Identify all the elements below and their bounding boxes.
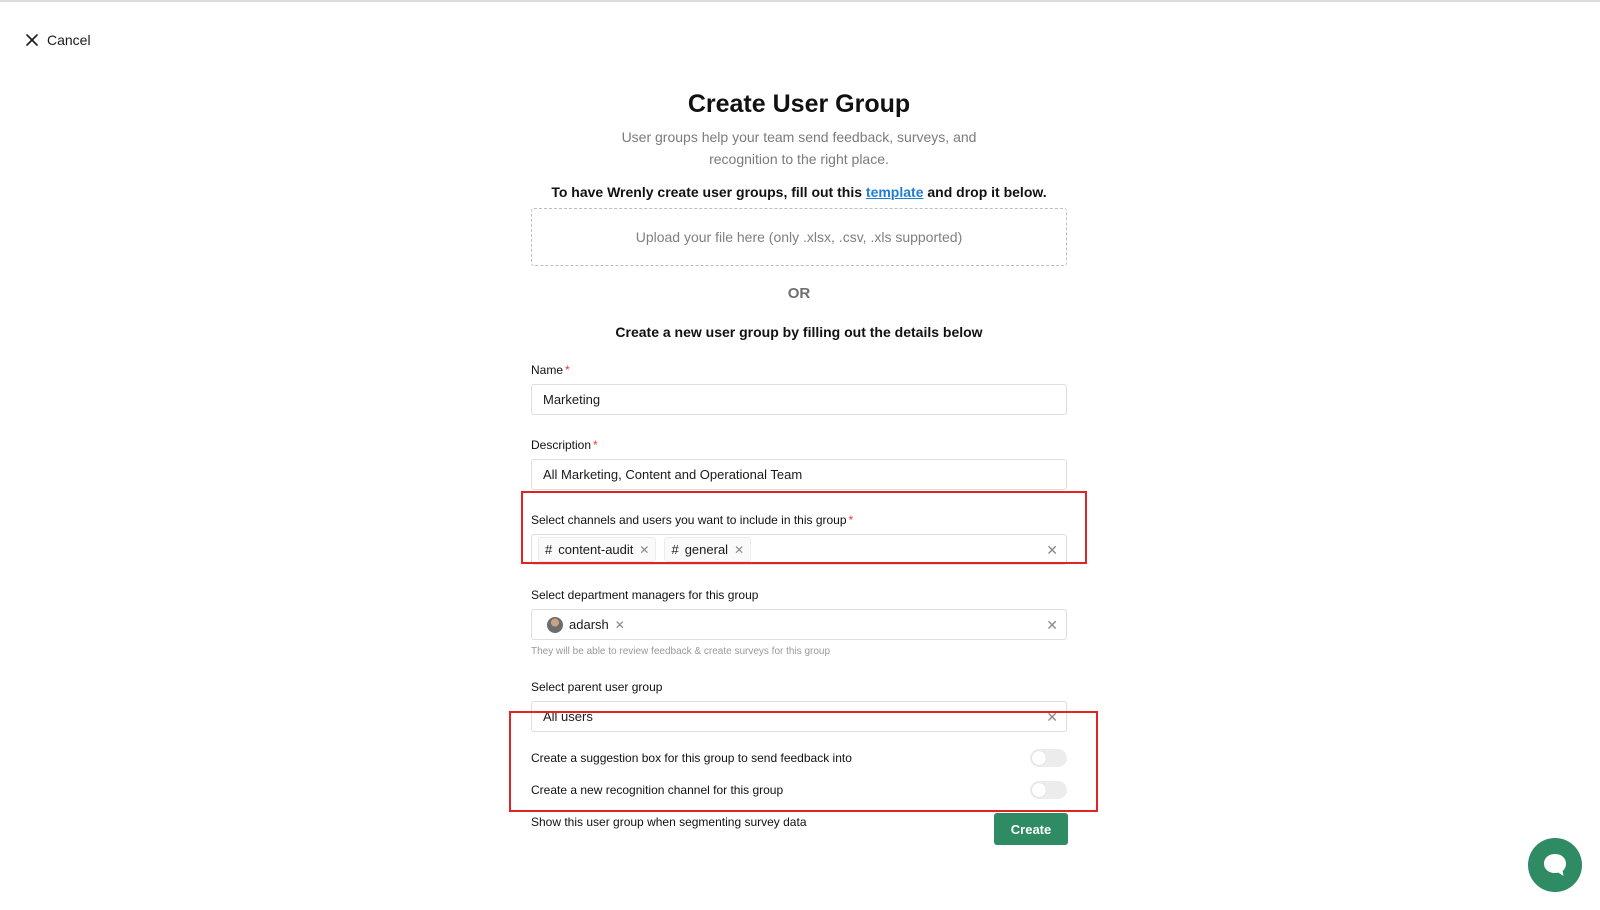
template-prefix: To have Wrenly create user groups, fill … — [551, 184, 866, 200]
top-divider — [0, 0, 1600, 2]
chat-bubble-icon — [1544, 854, 1566, 876]
description-value: All Marketing, Content and Operational T… — [543, 467, 803, 482]
toggle-label: Create a new recognition channel for thi… — [531, 783, 784, 797]
name-input[interactable]: Marketing — [531, 384, 1067, 415]
toggle-options: Create a suggestion box for this group t… — [531, 748, 1067, 832]
hash-icon: # — [545, 542, 553, 557]
managers-tags: adarsh ✕ — [538, 612, 632, 637]
parent-value: All users — [543, 709, 593, 724]
parent-field-group: Select parent user group All users ✕ — [531, 679, 1067, 732]
toggle-knob — [1032, 751, 1046, 765]
suggestion-box-toggle[interactable] — [1030, 749, 1067, 767]
manager-tag-label: adarsh — [569, 617, 609, 632]
toggle-knob — [1032, 783, 1046, 797]
description-input[interactable]: All Marketing, Content and Operational T… — [531, 459, 1067, 490]
cancel-label: Cancel — [47, 32, 91, 48]
manager-tag: adarsh ✕ — [538, 612, 632, 637]
recognition-channel-toggle[interactable] — [1030, 781, 1067, 799]
channel-tag: # content-audit ✕ — [538, 537, 657, 562]
close-icon[interactable]: ✕ — [639, 544, 649, 556]
close-icon[interactable]: ✕ — [734, 544, 744, 556]
template-instructions: To have Wrenly create user groups, fill … — [531, 182, 1067, 202]
chat-launcher-button[interactable] — [1528, 838, 1582, 892]
toggle-row-suggestion-box: Create a suggestion box for this group t… — [531, 748, 1067, 768]
managers-select[interactable]: adarsh ✕ ✕ — [531, 609, 1067, 640]
close-icon[interactable]: ✕ — [615, 619, 625, 631]
template-suffix: and drop it below. — [923, 184, 1047, 200]
required-mark: * — [848, 513, 854, 527]
name-field-group: Name * Marketing — [531, 362, 1067, 415]
or-divider-label: OR — [787, 285, 811, 302]
name-value: Marketing — [543, 392, 601, 407]
channels-select[interactable]: # content-audit ✕ # general ✕ ✕ — [531, 534, 1067, 565]
clear-icon[interactable]: ✕ — [1046, 543, 1058, 557]
clear-icon[interactable]: ✕ — [1046, 710, 1058, 724]
required-mark: * — [593, 438, 598, 452]
channels-label: Select channels and users you want to in… — [531, 513, 854, 527]
toggle-row-survey-segmenting: Show this user group when segmenting sur… — [531, 812, 1067, 832]
channel-tag-label: content-audit — [558, 542, 634, 557]
description-field-group: Description * All Marketing, Content and … — [531, 437, 1067, 490]
create-user-group-form: Create User Group User groups help your … — [531, 86, 1067, 832]
clear-icon[interactable]: ✕ — [1046, 618, 1058, 632]
toggle-row-recognition-channel: Create a new recognition channel for thi… — [531, 780, 1067, 800]
channel-tag-label: general — [684, 542, 729, 557]
name-label: Name * — [531, 363, 570, 377]
managers-field-group: Select department managers for this grou… — [531, 587, 1067, 659]
avatar — [547, 616, 563, 633]
create-button[interactable]: Create — [994, 813, 1068, 845]
managers-label: Select department managers for this grou… — [531, 588, 759, 602]
page-subtitle: User groups help your team send feedback… — [621, 129, 977, 167]
channels-field-group: Select channels and users you want to in… — [531, 512, 1067, 565]
upload-placeholder: Upload your file here (only .xlsx, .csv,… — [635, 229, 963, 245]
toggle-label: Create a suggestion box for this group t… — [531, 751, 852, 765]
toggle-label: Show this user group when segmenting sur… — [531, 815, 807, 829]
file-upload-dropzone[interactable]: Upload your file here (only .xlsx, .csv,… — [531, 208, 1067, 266]
managers-hint: They will be able to review feedback & c… — [531, 646, 831, 657]
description-label: Description * — [531, 438, 598, 452]
template-link[interactable]: template — [866, 184, 924, 200]
required-mark: * — [565, 363, 570, 377]
parent-select[interactable]: All users ✕ — [531, 701, 1067, 732]
channels-tags: # content-audit ✕ # general ✕ — [538, 537, 752, 562]
page-title: Create User Group — [687, 90, 911, 118]
hash-icon: # — [671, 542, 679, 557]
cancel-button[interactable]: Cancel — [25, 32, 91, 48]
close-icon — [26, 34, 38, 46]
parent-label: Select parent user group — [531, 680, 663, 694]
channel-tag: # general ✕ — [664, 537, 752, 562]
manual-form-heading: Create a new user group by filling out t… — [615, 324, 983, 340]
